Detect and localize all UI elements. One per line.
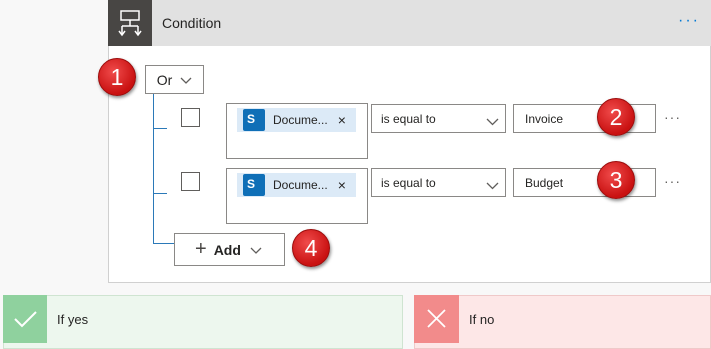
annotation-badge-3: 3 [597,161,635,199]
tree-branch [153,128,167,129]
field-token[interactable]: S Docume... × [237,108,356,132]
sharepoint-icon: S [243,109,265,131]
remove-token-button[interactable]: × [338,112,346,128]
value-text: Budget [525,176,564,190]
chevron-down-icon [486,115,499,129]
row-more-button[interactable]: ··· [664,109,681,125]
cross-icon [414,295,459,343]
condition-more-button[interactable]: ··· [678,12,700,30]
tree-branch [153,243,175,244]
chevron-down-icon [250,242,262,258]
chevron-down-icon [180,72,192,88]
operator-dropdown[interactable]: is equal to [371,104,506,133]
remove-token-button[interactable]: × [338,177,346,193]
row-more-button[interactable]: ··· [664,173,681,189]
field-input[interactable]: S Docume... × [226,168,368,224]
add-label: Add [213,241,241,258]
if-no-label: If no [469,312,495,327]
row-checkbox[interactable] [181,172,200,191]
condition-icon [108,0,152,46]
plus-icon: + [195,238,207,260]
operator-dropdown[interactable]: is equal to [371,168,506,197]
condition-title[interactable]: Condition [162,15,221,31]
field-token-label: Docume... [273,178,328,192]
operator-label: is equal to [381,176,436,190]
sharepoint-icon: S [243,174,265,196]
group-operator-label: Or [156,71,173,88]
field-input[interactable]: S Docume... × [226,103,368,159]
tree-line [153,94,154,244]
value-text: Invoice [525,112,564,126]
if-yes-label: If yes [57,312,89,327]
operator-label: is equal to [381,112,436,126]
row-checkbox[interactable] [181,108,200,127]
field-token[interactable]: S Docume... × [237,173,356,197]
field-token-label: Docume... [273,113,328,127]
chevron-down-icon [486,179,499,193]
add-button[interactable]: + Add [174,233,285,266]
tree-branch [153,193,167,194]
annotation-badge-2: 2 [597,98,635,136]
annotation-badge-1: 1 [98,58,136,96]
annotation-badge-4: 4 [292,229,330,267]
check-icon [3,295,47,343]
group-operator-dropdown[interactable]: Or [145,65,204,94]
